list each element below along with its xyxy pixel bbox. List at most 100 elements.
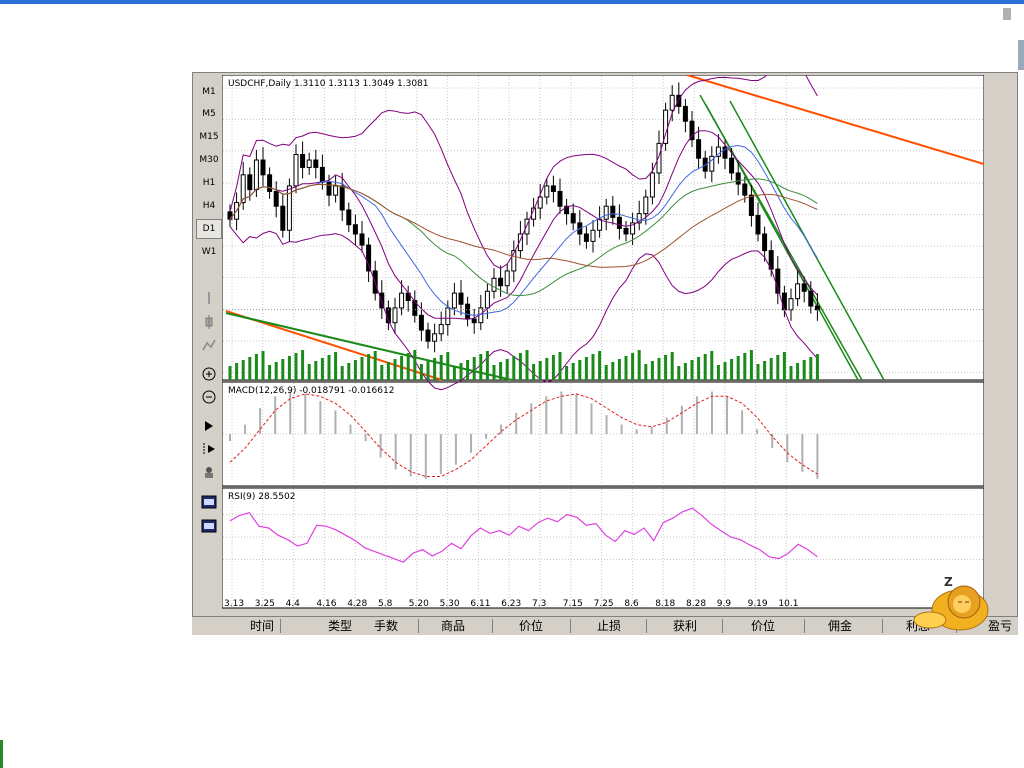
column-header-lots[interactable]: 手数	[356, 618, 416, 634]
candle-body	[550, 185, 556, 192]
timeframe-button-m15[interactable]: M15	[196, 127, 222, 147]
volume-bar	[565, 366, 569, 380]
column-separator[interactable]	[722, 619, 723, 633]
chart-window[interactable]: 3.13 3.25 4.4 4.16 4.28 5.8 5.20 5.30 6.11 6.23 7.…	[222, 75, 984, 610]
volume-bar	[604, 365, 608, 380]
volume-bar	[591, 354, 595, 380]
candle-body	[319, 166, 325, 183]
column-header-time[interactable]: 时间	[232, 618, 292, 634]
timeframe-button-h4[interactable]: H4	[196, 196, 222, 216]
timeframe-button-m5[interactable]: M5	[196, 104, 222, 124]
x-tick-label: 9.9	[717, 599, 732, 609]
volume-bar	[492, 365, 496, 380]
candle-body	[432, 333, 438, 342]
x-tick-label: 5.30	[440, 599, 460, 609]
x-tick-label: 8.28	[686, 599, 706, 609]
rsi-header: RSI(9) 28.5502	[228, 492, 295, 502]
period-separator-icon[interactable]	[198, 288, 220, 308]
candle-body	[649, 172, 655, 198]
zoom-in-icon[interactable]	[198, 364, 220, 384]
candle-body	[623, 227, 629, 235]
volume-bar	[419, 364, 423, 380]
column-separator[interactable]	[280, 619, 281, 633]
candle-body	[326, 181, 332, 196]
volume-bar	[505, 359, 509, 380]
column-header-commission[interactable]: 佣金	[812, 618, 868, 634]
candle-body	[465, 303, 471, 320]
volume-bar	[452, 366, 456, 380]
candle-body	[742, 183, 748, 196]
zoom-out-icon[interactable]	[198, 387, 220, 407]
volume-bar	[320, 358, 324, 380]
x-tick-label: 5.8	[378, 599, 393, 609]
volume-bar	[347, 363, 351, 380]
volume-bar	[809, 357, 813, 380]
timeframe-button-d1[interactable]: D1	[196, 219, 222, 239]
volume-bar	[406, 353, 410, 380]
line-chart-icon[interactable]	[198, 335, 220, 355]
volume-bar	[248, 357, 252, 380]
column-header-current-price[interactable]: 价位	[732, 618, 794, 634]
column-separator[interactable]	[570, 619, 571, 633]
volume-bar	[723, 362, 727, 380]
volume-bar	[274, 362, 278, 380]
volume-bar	[545, 358, 549, 380]
column-separator[interactable]	[804, 619, 805, 633]
column-header-stoploss[interactable]: 止损	[578, 618, 640, 634]
column-separator[interactable]	[646, 619, 647, 633]
volume-bar	[400, 356, 404, 380]
volume-bar	[367, 354, 371, 380]
x-tick-label: 6.11	[470, 599, 490, 609]
timeframe-button-m30[interactable]: M30	[196, 150, 222, 170]
candle-body	[748, 194, 754, 216]
column-header-takeprofit[interactable]: 获利	[654, 618, 716, 634]
column-separator[interactable]	[492, 619, 493, 633]
column-header-price[interactable]: 价位	[498, 618, 564, 634]
candle-body	[491, 277, 497, 292]
volume-bar	[254, 354, 258, 380]
candle-body	[597, 218, 603, 231]
template-icon[interactable]	[198, 492, 220, 512]
x-tick-label: 7.3	[532, 599, 546, 609]
volume-bar	[617, 359, 621, 380]
chart-canvas[interactable]: 3.13 3.25 4.4 4.16 4.28 5.8 5.20 5.30 6.11 6.23 7.…	[222, 75, 984, 610]
column-header-symbol[interactable]: 商品	[418, 618, 488, 634]
x-tick-label: 4.4	[286, 599, 301, 609]
candle-body	[392, 307, 398, 324]
volume-bar	[314, 361, 318, 380]
candle-body	[484, 290, 490, 309]
timeframe-button-m1[interactable]: M1	[196, 82, 222, 102]
volume-bar	[380, 365, 384, 380]
candle-body	[306, 159, 312, 168]
candle-body	[643, 196, 649, 215]
autoscroll-icon[interactable]	[198, 416, 220, 436]
timeframe-button-w1[interactable]: W1	[196, 242, 222, 262]
volume-bar	[499, 362, 503, 380]
timeframe-button-h1[interactable]: H1	[196, 173, 222, 193]
volume-bar	[485, 351, 489, 380]
macd-header: MACD(12,26,9) -0.018791 -0.016612	[228, 386, 394, 396]
volume-bar	[538, 361, 542, 380]
candle-body	[696, 139, 702, 159]
candle-body	[669, 94, 675, 111]
lion-mascot-image: Z	[912, 574, 990, 632]
volume-bar	[657, 358, 661, 380]
volume-bar	[743, 353, 747, 380]
profile-icon[interactable]	[198, 516, 220, 536]
volume-bar	[677, 366, 681, 380]
volume-bar	[439, 355, 443, 380]
candle-body	[438, 324, 444, 335]
volume-bar	[683, 363, 687, 380]
expert-advisor-icon[interactable]	[198, 462, 220, 482]
chart-shift-icon[interactable]	[198, 439, 220, 459]
volume-bar	[664, 355, 668, 380]
candlestick-icon[interactable]	[198, 312, 220, 332]
candle-body	[399, 292, 405, 309]
volume-bar	[796, 363, 800, 380]
x-tick-label: 8.18	[655, 599, 675, 609]
column-separator[interactable]	[882, 619, 883, 633]
volume-bar	[532, 364, 536, 380]
volume-bar	[558, 352, 562, 380]
side-scroll-fragment	[1018, 40, 1024, 70]
volume-bar	[730, 359, 734, 380]
